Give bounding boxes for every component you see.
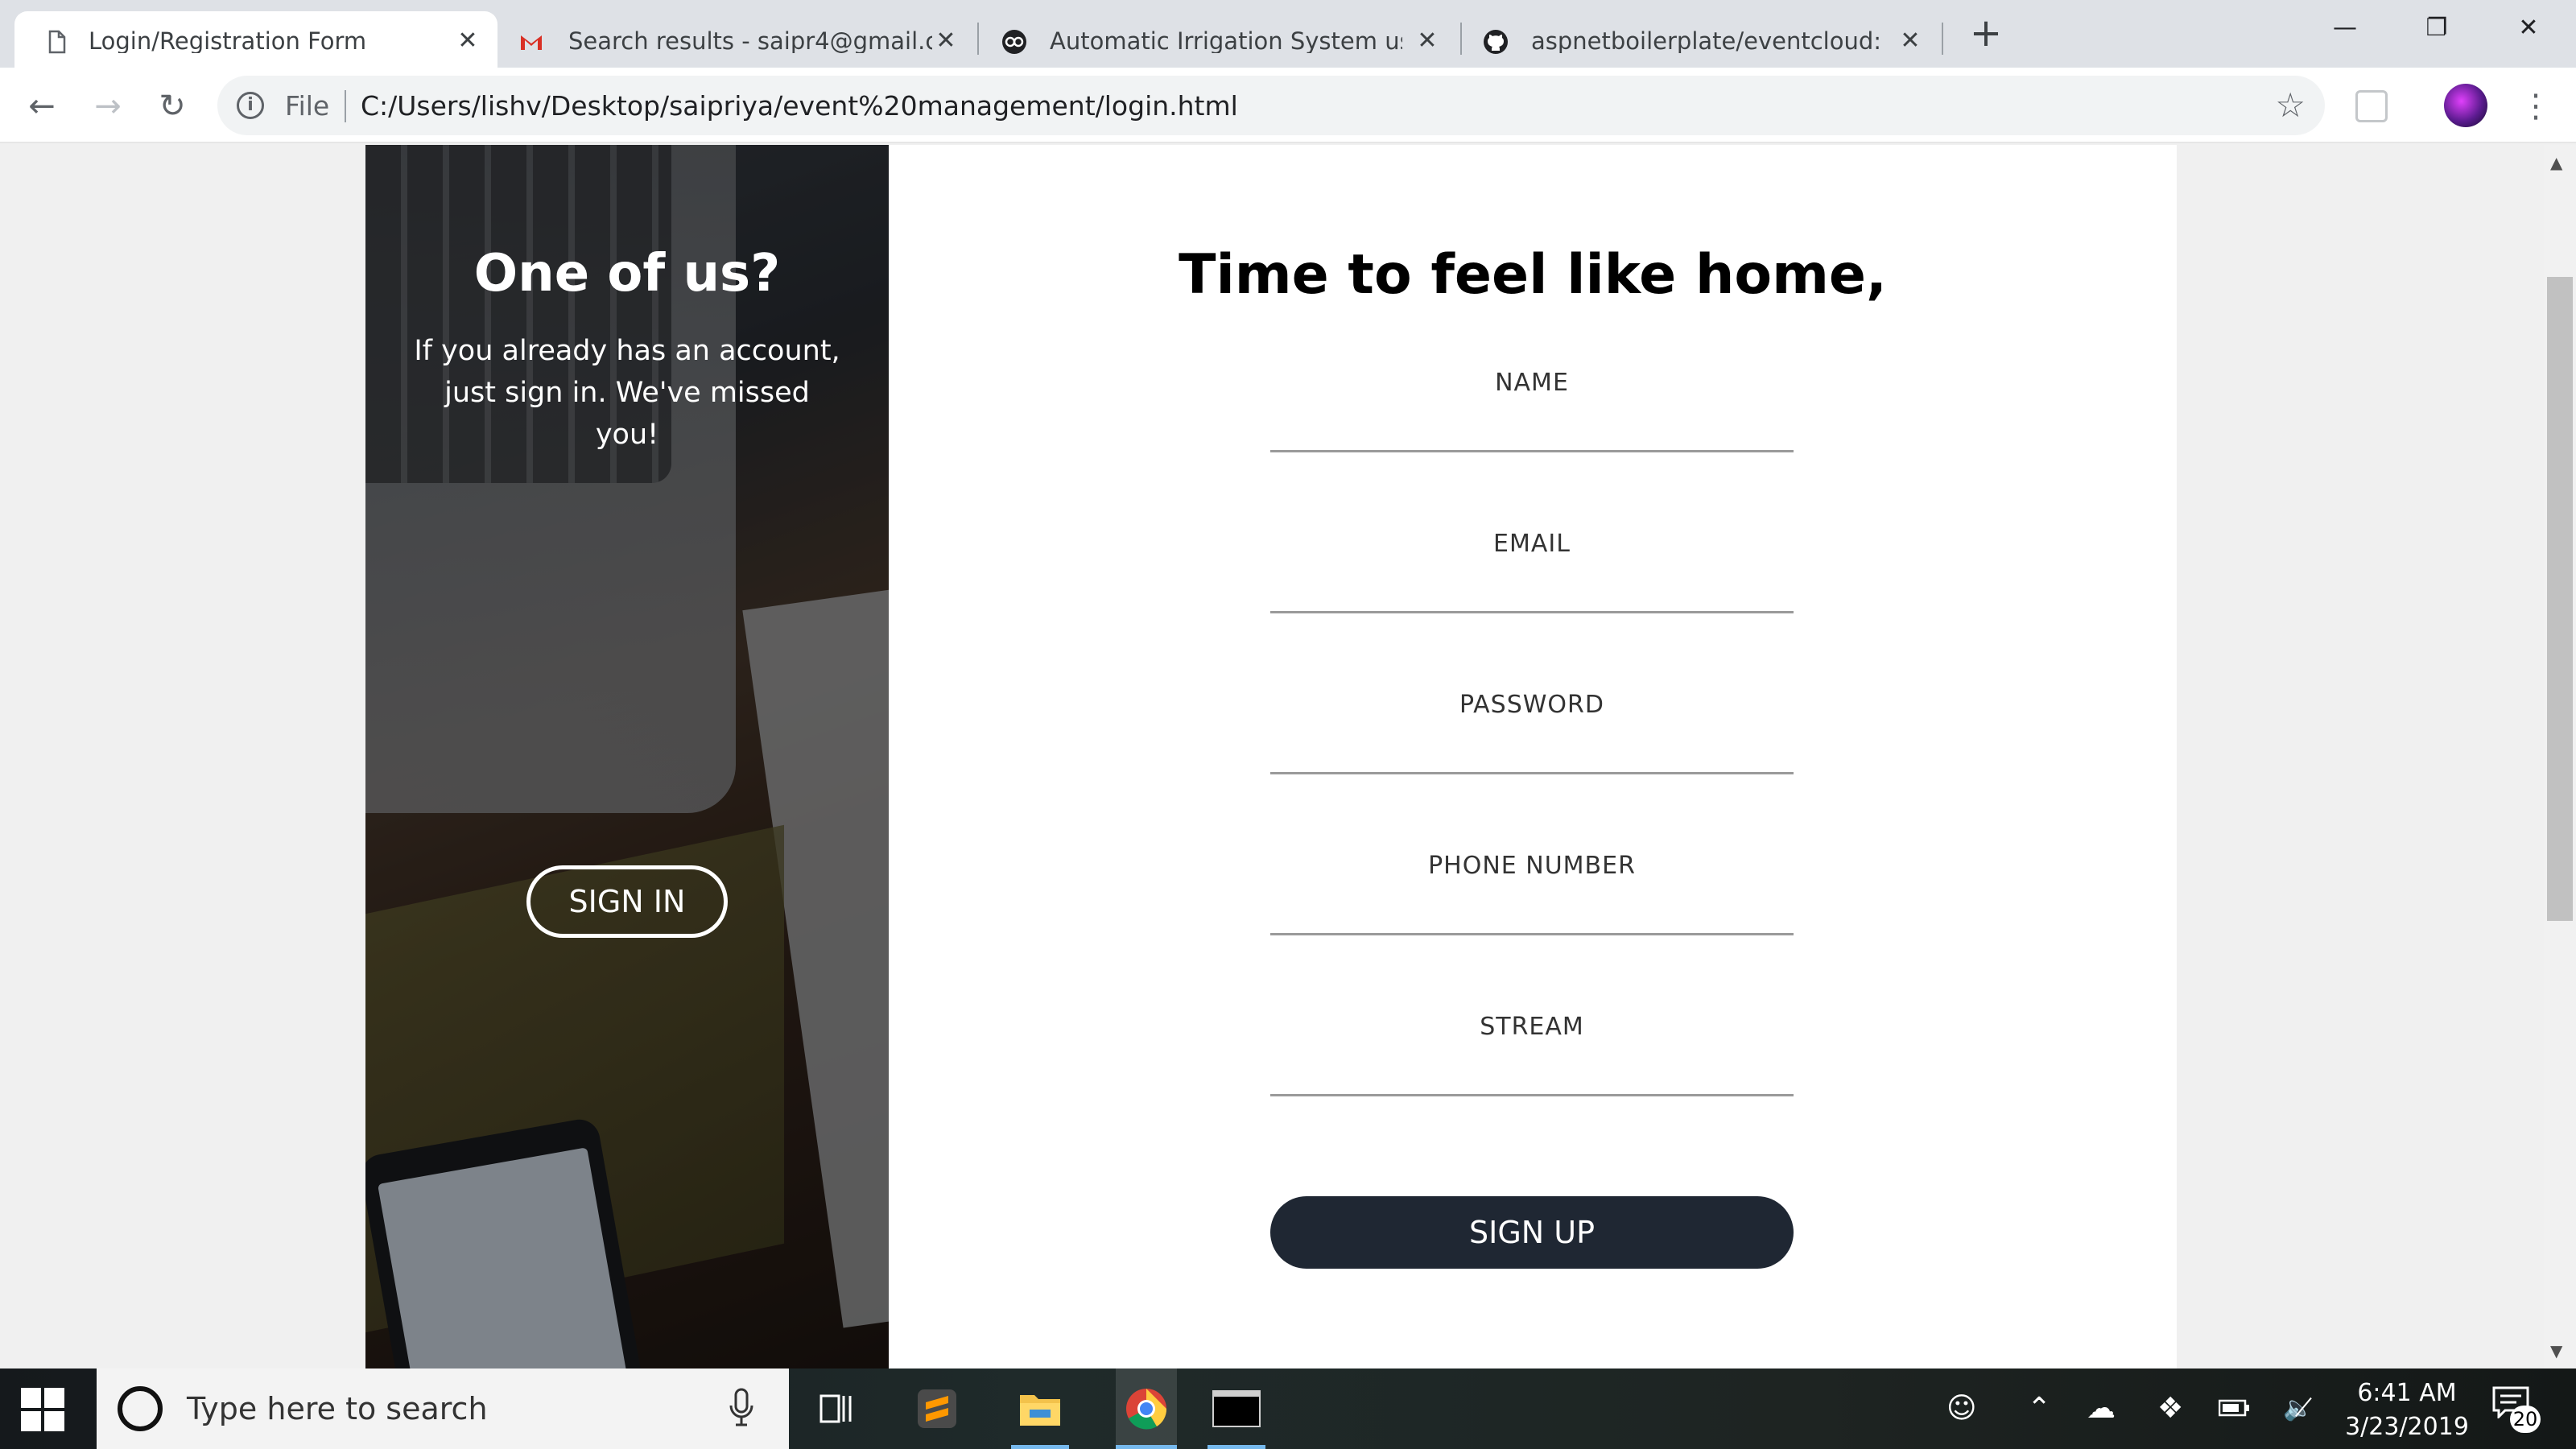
clock[interactable]: 6:41 AM 3/23/2019 [2326, 1377, 2487, 1444]
tab-title: Login/Registration Form [89, 29, 367, 53]
battery-icon[interactable] [2218, 1393, 2251, 1425]
name-label: NAME [1495, 369, 1569, 397]
scroll-down-icon[interactable]: ▼ [2550, 1341, 2562, 1360]
close-tab-icon[interactable]: ✕ [1897, 27, 1924, 55]
signin-title: One of us? [473, 244, 781, 303]
close-tab-icon[interactable]: ✕ [1414, 27, 1441, 55]
avatar[interactable] [2444, 84, 2487, 127]
people-icon[interactable]: ☺ [1946, 1393, 1977, 1425]
extension-icon[interactable] [2355, 90, 2388, 122]
microphone-icon[interactable] [729, 1388, 753, 1426]
tab-title: Search results - saipr4@gmail.co [568, 29, 932, 53]
task-view-icon[interactable] [813, 1385, 861, 1433]
onedrive-icon[interactable]: ☁ [2087, 1393, 2116, 1425]
signup-form-panel: Time to feel like home, NAME EMAIL PASSW… [889, 145, 2177, 1368]
address-scheme: File [285, 90, 330, 122]
tab-github[interactable]: aspnetboilerplate/eventcloud: Sa ✕ [1462, 11, 1943, 68]
cortana-icon[interactable] [118, 1386, 163, 1431]
github-icon [1484, 30, 1508, 54]
chrome-icon[interactable] [1116, 1368, 1177, 1449]
info-icon[interactable]: i [237, 92, 264, 119]
password-field: PASSWORD [1270, 689, 1794, 794]
tab-separator [1942, 23, 1943, 55]
scroll-thumb[interactable] [2547, 277, 2573, 921]
vertical-scrollbar[interactable]: ▲ ▼ [2544, 145, 2576, 1368]
sign-up-button[interactable]: SIGN UP [1270, 1196, 1794, 1269]
action-center-icon[interactable]: 20 [2492, 1386, 2541, 1433]
tab-title: aspnetboilerplate/eventcloud: Sa [1531, 29, 1882, 53]
terminal-icon[interactable] [1208, 1385, 1265, 1449]
browser-toolbar: ← → ↻ i File C:/Users/lishv/Desktop/saip… [0, 68, 2576, 143]
signin-overlay-panel: One of us? If you already has an account… [365, 145, 889, 1368]
email-field: EMAIL [1270, 528, 1794, 633]
bookmark-star-icon[interactable]: ☆ [2275, 87, 2306, 124]
stream-label: STREAM [1480, 1013, 1584, 1041]
page-icon [48, 30, 66, 54]
email-label: EMAIL [1493, 530, 1571, 558]
tab-gmail[interactable]: Search results - saipr4@gmail.co ✕ [497, 11, 977, 68]
arrow-right-icon: → [94, 88, 122, 125]
page-viewport: One of us? If you already has an account… [0, 145, 2544, 1368]
new-tab-button[interactable]: + [1958, 13, 2014, 53]
dark-overlay [365, 145, 889, 1368]
phone-field: PHONE NUMBER [1270, 850, 1794, 955]
arrow-left-icon: ← [28, 88, 56, 125]
tab-strip: Login/Registration Form ✕ Search results… [0, 0, 2576, 68]
close-window-button[interactable]: ✕ [2500, 8, 2557, 48]
stream-field: STREAM [1270, 1011, 1794, 1116]
minimize-button[interactable]: — [2317, 8, 2373, 48]
instructables-icon [1002, 30, 1026, 54]
signup-title: Time to feel like home, [1179, 243, 1887, 307]
phone-label: PHONE NUMBER [1428, 852, 1636, 880]
tab-title: Automatic Irrigation System usin [1050, 29, 1402, 53]
reload-icon: ↻ [159, 88, 186, 125]
sublime-text-icon[interactable] [913, 1385, 961, 1433]
name-input[interactable] [1270, 412, 1794, 452]
dropbox-icon[interactable]: ❖ [2157, 1393, 2183, 1425]
active-app-indicator [1208, 1445, 1265, 1449]
clock-date: 3/23/2019 [2345, 1413, 2469, 1441]
notification-badge: 20 [2510, 1406, 2541, 1433]
chevron-up-icon[interactable]: ⌃ [2027, 1393, 2051, 1425]
address-separator [345, 90, 346, 122]
name-field: NAME [1270, 367, 1794, 472]
phone-input[interactable] [1270, 895, 1794, 935]
gmail-icon [521, 35, 542, 50]
windows-taskbar: Type here to search ☺ ⌃ ☁ ❖ 🔈̸ 6:41 AM 3… [0, 1368, 2576, 1449]
search-placeholder: Type here to search [187, 1391, 488, 1426]
forward-button[interactable]: → [85, 84, 130, 129]
active-app-indicator [1011, 1445, 1069, 1449]
password-label: PASSWORD [1459, 691, 1604, 719]
clock-time: 6:41 AM [2357, 1379, 2457, 1407]
close-tab-icon[interactable]: ✕ [932, 27, 960, 55]
scroll-up-icon[interactable]: ▲ [2550, 153, 2562, 172]
back-button[interactable]: ← [19, 84, 64, 129]
active-app-indicator [1116, 1445, 1177, 1449]
address-bar[interactable]: i File C:/Users/lishv/Desktop/saipriya/e… [217, 76, 2325, 135]
reload-button[interactable]: ↻ [150, 84, 195, 129]
taskbar-search[interactable]: Type here to search [97, 1368, 789, 1449]
windows-start-icon[interactable] [21, 1388, 66, 1433]
signin-text: If you already has an account, just sign… [414, 335, 840, 451]
restore-button[interactable]: ❐ [2409, 8, 2465, 48]
sign-in-button[interactable]: SIGN IN [526, 865, 728, 938]
stream-input[interactable] [1270, 1056, 1794, 1096]
tab-login-registration[interactable]: Login/Registration Form ✕ [14, 11, 497, 68]
email-input[interactable] [1270, 573, 1794, 613]
menu-kebab-icon[interactable]: ⋮ [2520, 84, 2552, 129]
volume-muted-icon[interactable]: 🔈̸ [2283, 1393, 2313, 1425]
close-tab-icon[interactable]: ✕ [454, 27, 481, 55]
file-explorer-icon[interactable] [1011, 1385, 1069, 1449]
password-input[interactable] [1270, 734, 1794, 774]
address-url[interactable]: C:/Users/lishv/Desktop/saipriya/event%20… [361, 92, 1238, 121]
tab-irrigation[interactable]: Automatic Irrigation System usin ✕ [979, 11, 1460, 68]
